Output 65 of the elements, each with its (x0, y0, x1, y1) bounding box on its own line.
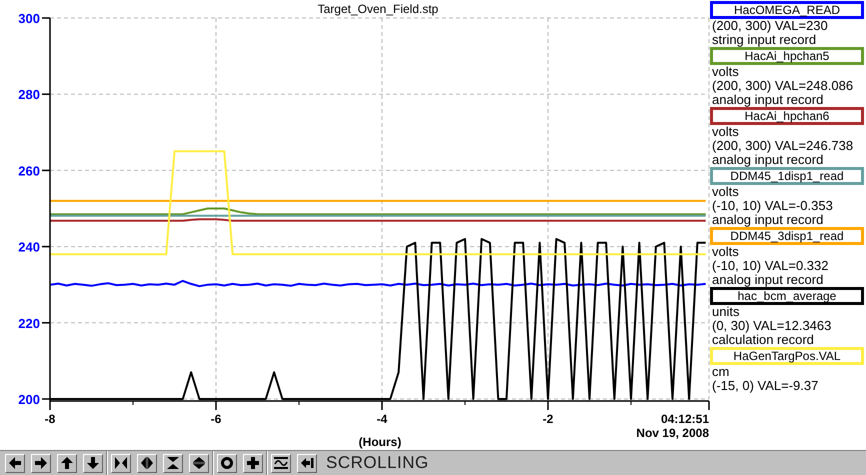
plus-icon (246, 456, 260, 470)
left-arrow-icon (8, 456, 22, 470)
legend-item[interactable]: DDM45_1disp1_read (710, 167, 864, 185)
legend-item[interactable]: HacOMEGA_READ (710, 1, 864, 19)
timestamp-label: 04:12:51 (660, 412, 709, 426)
legend-detail: (-15, 0) VAL=-9.37 (711, 379, 820, 393)
toolbar-button[interactable] (83, 454, 103, 472)
legend-detail: volts (711, 185, 740, 199)
legend-item[interactable]: hac_bcm_average (710, 287, 864, 305)
toolbar-button[interactable] (271, 454, 291, 472)
toolbar-button[interactable] (243, 454, 263, 472)
y-tick-label: 280 (18, 87, 40, 102)
toolbar-button[interactable] (189, 454, 209, 472)
wave-icon (274, 456, 288, 470)
outward-triangles-icon (192, 456, 206, 470)
arrow-to-bar-icon (300, 456, 314, 470)
x-tick-label: -8 (44, 412, 56, 426)
toolbar-button[interactable] (111, 454, 131, 472)
toolbar-button[interactable] (217, 454, 237, 472)
legend-detail: volts (711, 245, 740, 259)
legend-detail: analog input record (711, 273, 824, 287)
legend-detail: calculation record (711, 333, 815, 347)
x-tick-label: -4 (376, 412, 388, 426)
legend-item[interactable]: HaGenTargPos.VAL (710, 347, 864, 365)
toolbar-button[interactable] (31, 454, 51, 472)
up-arrow-icon (60, 456, 74, 470)
toolbar-button[interactable] (163, 454, 183, 472)
y-tick-label: 300 (18, 11, 40, 26)
legend-detail: analog input record (711, 93, 824, 107)
outward-triangles-icon (140, 456, 154, 470)
legend-detail: volts (711, 65, 740, 79)
legend-detail: (-10, 10) VAL=0.332 (711, 259, 830, 273)
y-tick-label: 200 (18, 392, 40, 407)
chart-title: Target_Oven_Field.stp (318, 2, 438, 16)
legend-detail: string input record (711, 33, 818, 47)
legend-detail: volts (711, 125, 740, 139)
y-tick-label: 260 (18, 163, 40, 178)
x-tick-label: -2 (542, 412, 554, 426)
legend-detail: (200, 300) VAL=248.086 (711, 79, 854, 93)
y-tick-label: 220 (18, 316, 40, 331)
timestamp-label: Nov 19, 2008 (636, 426, 709, 440)
legend-detail: analog input record (711, 153, 824, 167)
legend-detail: units (711, 305, 740, 319)
right-arrow-icon (34, 456, 48, 470)
legend-item[interactable]: DDM45_3disp1_read (710, 227, 864, 245)
toolbar-button[interactable] (137, 454, 157, 472)
legend-detail: (-10, 10) VAL=-0.353 (711, 199, 834, 213)
x-tick-label: -6 (210, 412, 222, 426)
y-tick-label: 240 (18, 240, 40, 255)
status-text: SCROLLING (326, 452, 429, 474)
toolbar-button[interactable] (57, 454, 77, 472)
legend-detail: cm (711, 365, 730, 379)
down-arrow-icon (86, 456, 100, 470)
toolbar-button[interactable] (297, 454, 317, 472)
inward-triangles-icon (114, 456, 128, 470)
legend-item[interactable]: HacAi_hpchan6 (710, 107, 864, 125)
ring-icon (220, 456, 234, 470)
legend-detail: (200, 300) VAL=230 (711, 19, 829, 33)
legend-detail: (200, 300) VAL=246.738 (711, 139, 854, 153)
legend-detail: analog input record (711, 213, 824, 227)
x-axis-label: (Hours) (358, 435, 402, 449)
inward-triangles-icon (166, 456, 180, 470)
legend-detail: (0, 30) VAL=12.3463 (711, 319, 832, 333)
toolbar-button[interactable] (5, 454, 25, 472)
legend-item[interactable]: HacAi_hpchan5 (710, 47, 864, 65)
